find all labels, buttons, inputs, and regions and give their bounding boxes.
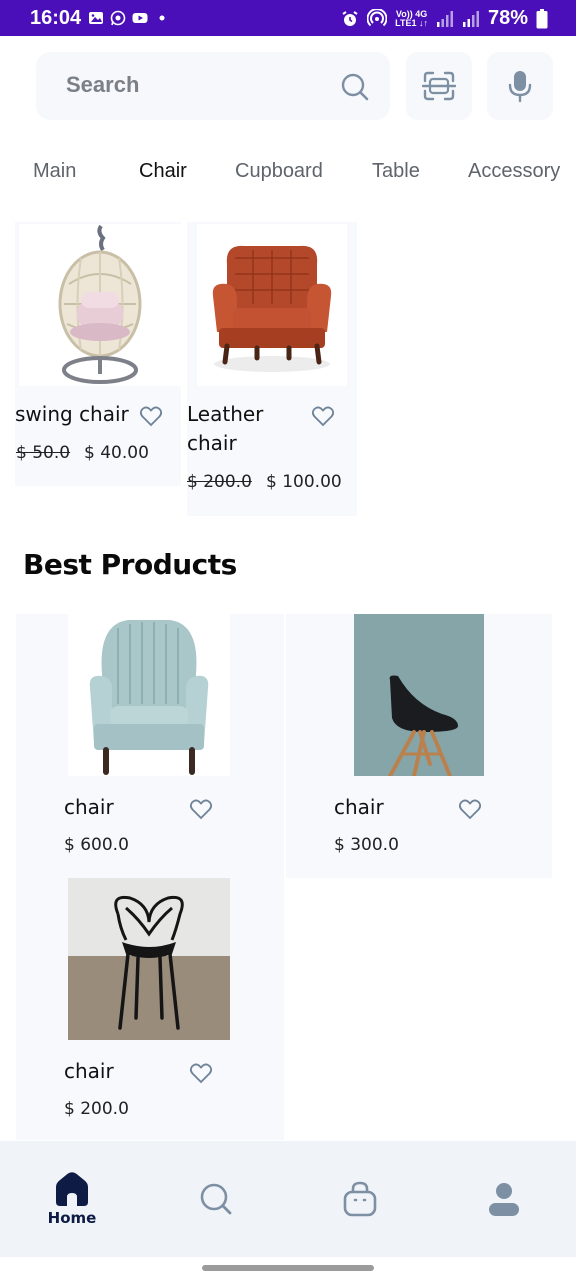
dot-icon xyxy=(159,15,165,21)
old-price: $ 50.0 xyxy=(16,443,71,463)
whatsapp-icon xyxy=(110,10,126,26)
nav-search[interactable] xyxy=(176,1141,256,1257)
profile-icon xyxy=(489,1183,519,1216)
bottom-navigation: Home xyxy=(0,1141,576,1257)
old-price: $ 200.0 xyxy=(187,472,252,492)
wingback-chair-illustration xyxy=(89,620,209,775)
price: $ 40.00 xyxy=(84,443,149,463)
leather-chair-illustration xyxy=(212,245,332,372)
battery-icon xyxy=(536,8,548,28)
leather-chair-image xyxy=(197,224,347,386)
home-icon xyxy=(56,1172,88,1206)
masters-chair-illustration xyxy=(68,895,230,1040)
price: $ 600.0 xyxy=(64,835,129,855)
product-card-leather-chair[interactable]: Leather chair $ 200.0 $ 100.00 xyxy=(187,222,357,516)
tab-table[interactable]: Table xyxy=(372,160,420,183)
product-card-swing-chair[interactable]: swing chair $ 50.0 $ 40.00 xyxy=(15,222,181,486)
home-screen: 16:04 Vo)) 4G LTE1 ↓↑ 78% Search Main Ch… xyxy=(0,0,576,1280)
gallery-icon xyxy=(89,12,103,24)
signal-icon xyxy=(462,10,479,27)
nav-profile[interactable] xyxy=(464,1141,544,1257)
alarm-icon xyxy=(342,10,358,26)
heart-icon[interactable] xyxy=(458,797,482,821)
price: $ 300.0 xyxy=(334,835,399,855)
nav-home[interactable]: Home xyxy=(32,1141,112,1257)
heart-icon[interactable] xyxy=(189,1061,213,1085)
wingback-chair-image xyxy=(68,614,230,776)
search-placeholder: Search xyxy=(66,72,140,97)
black-shell-chair-illustration xyxy=(388,675,458,776)
product-name: chair xyxy=(334,795,384,819)
nav-home-label: Home xyxy=(47,1209,97,1227)
voice-search-button[interactable] xyxy=(487,52,553,120)
heart-icon[interactable] xyxy=(311,404,335,428)
black-shell-chair-image xyxy=(354,614,484,776)
tab-chair[interactable]: Chair xyxy=(139,160,187,183)
status-system-icons: Vo)) 4G LTE1 ↓↑ 78% xyxy=(341,7,548,30)
price: $ 200.0 xyxy=(64,1099,129,1119)
network-type: Vo)) 4G LTE1 ↓↑ xyxy=(395,8,428,28)
home-indicator[interactable] xyxy=(202,1265,374,1271)
product-name: swing chair xyxy=(15,402,129,426)
swing-chair-illustration xyxy=(58,224,142,384)
search-icon xyxy=(200,1183,232,1215)
status-bar: 16:04 Vo)) 4G LTE1 ↓↑ 78% xyxy=(0,0,576,36)
heart-icon[interactable] xyxy=(139,404,163,428)
nav-cart[interactable] xyxy=(320,1141,400,1257)
mic-icon xyxy=(508,71,532,103)
tab-main[interactable]: Main xyxy=(33,160,76,183)
price: $ 100.00 xyxy=(266,472,342,492)
section-title: Best Products xyxy=(23,548,237,581)
youtube-icon xyxy=(132,13,148,23)
status-time: 16:04 xyxy=(30,7,82,29)
tab-cupboard[interactable]: Cupboard xyxy=(235,160,323,183)
tab-accessory[interactable]: Accessory xyxy=(468,160,560,183)
best-product-card[interactable]: chair $ 600.0 xyxy=(16,614,284,878)
product-name: chair xyxy=(64,1059,114,1083)
best-product-card[interactable]: chair $ 200.0 xyxy=(16,878,284,1140)
hotspot-icon xyxy=(367,8,388,26)
scan-icon xyxy=(422,71,456,101)
status-notification-icons xyxy=(88,10,170,26)
best-product-card[interactable]: chair $ 300.0 xyxy=(286,614,552,878)
swing-chair-image xyxy=(19,224,181,386)
search-input[interactable]: Search xyxy=(36,52,390,120)
battery-percent: 78% xyxy=(487,7,528,29)
search-icon[interactable] xyxy=(340,72,370,102)
product-name: chair xyxy=(64,795,114,819)
heart-icon[interactable] xyxy=(189,797,213,821)
product-name-line2: chair xyxy=(187,431,237,455)
product-name-line1: Leather xyxy=(187,402,264,426)
scan-button[interactable] xyxy=(406,52,472,120)
category-tabs: Main Chair Cupboard Table Accessory xyxy=(0,156,576,192)
bag-icon xyxy=(343,1181,377,1217)
masters-chair-image xyxy=(68,878,230,1040)
signal-icon xyxy=(436,10,453,27)
